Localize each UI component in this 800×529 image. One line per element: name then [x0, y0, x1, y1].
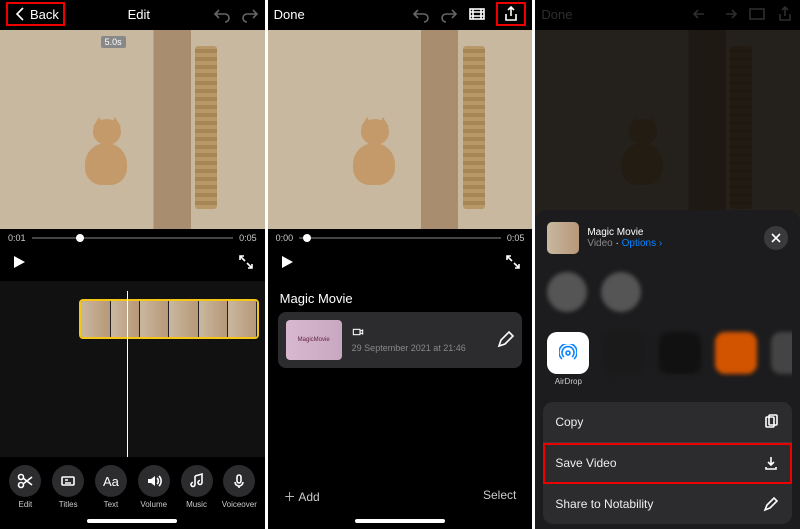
expand-icon[interactable] [504, 253, 522, 271]
video-preview[interactable] [268, 30, 533, 229]
duration-badge: 5.0s [101, 36, 126, 48]
pencil-icon[interactable] [496, 331, 514, 349]
play-icon[interactable] [278, 253, 296, 271]
scratch-post [463, 46, 485, 209]
share-subtitle: Video [587, 238, 612, 249]
scrubber: 0:01 0:05 [0, 229, 265, 247]
back-button[interactable]: Back [6, 2, 65, 26]
cat-figure [347, 119, 402, 185]
project-date: 29 September 2021 at 21:46 [352, 343, 487, 353]
tool-music[interactable]: Music [175, 465, 218, 509]
share-button[interactable] [496, 2, 526, 26]
share-icon [502, 5, 520, 23]
topbar: Back Edit [0, 0, 265, 28]
time-end: 0:05 [239, 233, 257, 243]
scrubber: 0:00 0:05 [268, 229, 533, 247]
share-title: Magic Movie [587, 227, 756, 238]
project-section-header: Magic Movie [268, 281, 533, 312]
select-button[interactable]: Select [483, 488, 516, 505]
tool-volume[interactable]: Volume [132, 465, 175, 509]
close-button[interactable] [764, 226, 788, 250]
close-icon [767, 229, 785, 247]
copy-icon [762, 413, 780, 431]
titles-icon [59, 472, 77, 490]
expand-icon[interactable] [237, 253, 255, 271]
tool-voiceover[interactable]: Voiceover [218, 465, 261, 509]
panel-share: Done 0:000:05 Magic Movie Video · Option… [535, 0, 800, 529]
tool-titles[interactable]: Titles [47, 465, 90, 509]
action-copy[interactable]: Copy [543, 402, 792, 443]
download-icon [762, 454, 780, 472]
home-indicator [355, 519, 445, 523]
share-thumb [547, 222, 579, 254]
action-save-video[interactable]: Save Video [543, 443, 792, 484]
share-options-link[interactable]: Options › [622, 238, 663, 249]
home-indicator [87, 519, 177, 523]
play-icon[interactable] [10, 253, 28, 271]
filmstrip-icon[interactable] [468, 5, 486, 23]
time-end: 0:05 [507, 233, 525, 243]
share-sheet-header: Magic Movie Video · Options › [543, 218, 792, 264]
app-item[interactable] [715, 332, 757, 386]
time-start: 0:00 [276, 233, 294, 243]
undo-icon[interactable] [412, 5, 430, 23]
scratch-post [195, 46, 217, 209]
redo-icon[interactable] [440, 5, 458, 23]
chevron-left-icon [12, 5, 30, 23]
panel-edit: Back Edit 5.0s 0:01 0:05 T [0, 0, 265, 529]
scrub-track[interactable] [32, 237, 234, 239]
page-title: Edit [65, 7, 213, 22]
apps-row: AirDrop [543, 324, 792, 398]
back-label: Back [30, 7, 59, 22]
camera-icon [352, 326, 364, 338]
actions-list: Copy Save Video Share to Notability [543, 402, 792, 524]
action-share-notability[interactable]: Share to Notability [543, 484, 792, 524]
app-item[interactable] [771, 332, 792, 386]
contact-avatar[interactable] [601, 272, 641, 312]
pencil-icon [762, 495, 780, 513]
undo-icon[interactable] [213, 5, 231, 23]
project-thumb: MagicMovie [286, 320, 342, 360]
mic-icon [230, 472, 248, 490]
music-icon [188, 472, 206, 490]
contact-avatar[interactable] [547, 272, 587, 312]
volume-icon [145, 472, 163, 490]
video-preview[interactable]: 5.0s [0, 30, 265, 229]
share-sheet: Magic Movie Video · Options › AirDrop Co… [535, 210, 800, 529]
redo-icon[interactable] [241, 5, 259, 23]
cat-figure [79, 119, 134, 185]
contacts-row [543, 264, 792, 324]
add-button[interactable]: ＋ Add [284, 488, 320, 505]
topbar: Done [268, 0, 533, 28]
app-airdrop[interactable]: AirDrop [547, 332, 589, 386]
scrub-knob[interactable] [303, 234, 311, 242]
playhead[interactable] [127, 291, 128, 458]
tool-dock: Edit Titles AaText Volume Music Voiceove… [0, 457, 265, 515]
panel-project: Done 0:00 0:05 Magic Movie MagicMovie 29… [268, 0, 533, 529]
airdrop-icon [559, 344, 577, 362]
done-button[interactable]: Done [274, 7, 305, 22]
scrub-track[interactable] [299, 237, 501, 239]
timeline-clip[interactable]: T [79, 299, 259, 339]
timeline[interactable]: T [0, 281, 265, 458]
tool-edit[interactable]: Edit [4, 465, 47, 509]
bottom-bar: ＋ Add Select [268, 478, 533, 515]
app-item[interactable] [603, 332, 645, 386]
app-item[interactable] [659, 332, 701, 386]
time-start: 0:01 [8, 233, 26, 243]
project-card[interactable]: MagicMovie 29 September 2021 at 21:46 [278, 312, 523, 368]
tool-text[interactable]: AaText [90, 465, 133, 509]
scissors-icon [16, 472, 34, 490]
text-icon: Aa [103, 474, 119, 489]
scrub-knob[interactable] [76, 234, 84, 242]
